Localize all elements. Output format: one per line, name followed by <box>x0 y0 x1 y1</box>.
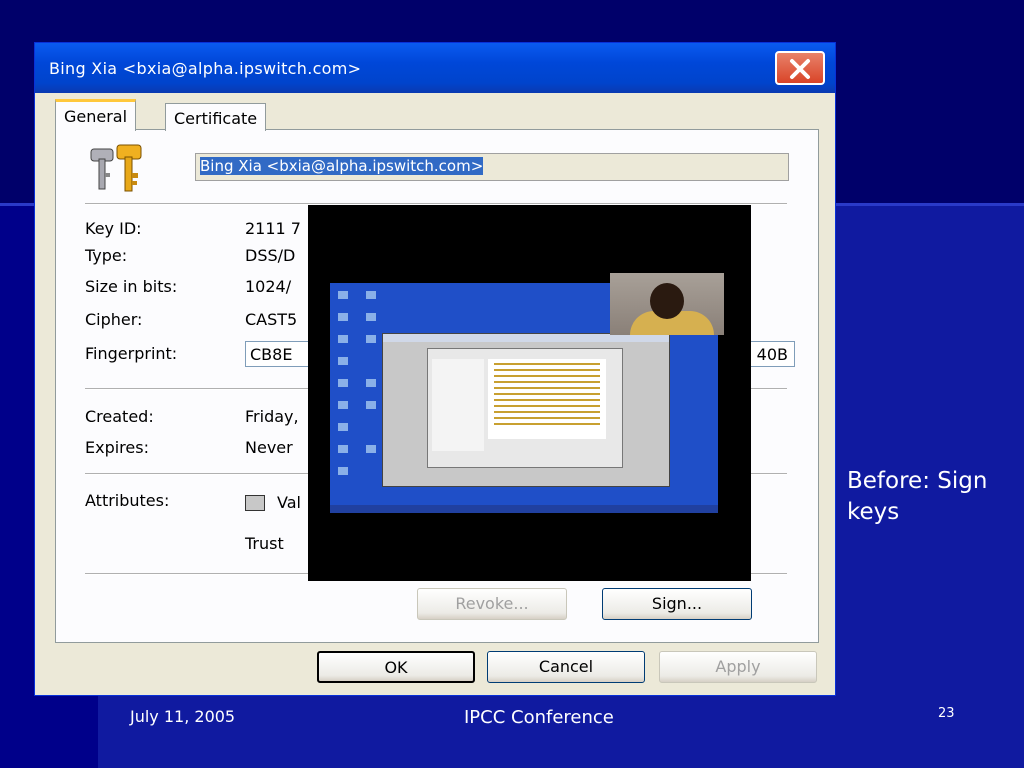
close-icon <box>790 59 810 79</box>
expires-value: Never <box>245 438 293 457</box>
desktop-icon <box>338 401 348 409</box>
desktop-icon <box>338 335 348 343</box>
video-list-pane <box>488 359 606 439</box>
dialog-titlebar[interactable]: Bing Xia <bxia@alpha.ipswitch.com> <box>35 43 835 93</box>
created-label: Created: <box>85 407 154 426</box>
desktop-icon <box>366 445 376 453</box>
revoke-button[interactable]: Revoke... <box>417 588 567 620</box>
desktop-icon <box>366 313 376 321</box>
size-value: 1024/ <box>245 277 292 296</box>
desktop-icon <box>338 313 348 321</box>
page-number: 23 <box>938 706 955 721</box>
cipher-value: CAST5 <box>245 310 298 329</box>
fingerprint-value-end: 40B <box>756 345 788 364</box>
video-inner-dialog <box>427 348 623 468</box>
expires-label: Expires: <box>85 438 149 457</box>
valid-checkbox[interactable] <box>245 495 265 511</box>
slide-note: Before: Sign keys <box>847 466 1007 528</box>
desktop-icon <box>366 379 376 387</box>
fingerprint-value-start: CB8E <box>250 345 293 364</box>
tab-certificate[interactable]: Certificate <box>165 103 267 131</box>
trust-label: Trust <box>245 534 284 553</box>
type-label: Type: <box>85 246 128 265</box>
ok-button[interactable]: OK <box>317 651 475 683</box>
tab-general[interactable]: General <box>55 99 137 131</box>
cancel-button[interactable]: Cancel <box>487 651 645 683</box>
desktop-icon <box>366 291 376 299</box>
desktop-icon <box>338 467 348 475</box>
keys-icon <box>90 144 142 192</box>
footer-title: IPCC Conference <box>464 707 614 728</box>
desktop-icon <box>366 335 376 343</box>
type-value: DSS/D <box>245 246 296 265</box>
sign-button[interactable]: Sign... <box>602 588 752 620</box>
apply-button[interactable]: Apply <box>659 651 817 683</box>
fingerprint-label: Fingerprint: <box>85 344 178 363</box>
video-tree-pane <box>432 359 484 451</box>
video-overlay <box>308 205 751 581</box>
close-button[interactable] <box>775 51 825 85</box>
footer-date: July 11, 2005 <box>130 707 236 726</box>
key-id-label: Key ID: <box>85 219 142 238</box>
desktop-icon <box>366 401 376 409</box>
desktop-icon <box>338 357 348 365</box>
desktop-icon <box>338 423 348 431</box>
slide-note-line: keys <box>847 499 900 525</box>
size-label: Size in bits: <box>85 277 178 296</box>
user-id-selected-text: Bing Xia <bxia@alpha.ipswitch.com> <box>200 157 484 175</box>
cipher-label: Cipher: <box>85 310 143 329</box>
dialog-title: Bing Xia <bxia@alpha.ipswitch.com> <box>49 59 362 78</box>
video-taskbar <box>330 505 718 513</box>
user-id-field[interactable]: Bing Xia <bxia@alpha.ipswitch.com> <box>195 153 789 181</box>
attributes-label: Attributes: <box>85 491 170 510</box>
desktop-icon <box>338 291 348 299</box>
valid-label: Val <box>277 493 301 512</box>
slide-note-line: Before: Sign <box>847 468 988 494</box>
created-value: Friday, <box>245 407 299 426</box>
video-presenter-inset <box>610 273 724 335</box>
key-id-value: 2111 7 <box>245 219 301 238</box>
desktop-icon <box>338 445 348 453</box>
video-window <box>382 333 670 487</box>
desktop-icon <box>338 379 348 387</box>
